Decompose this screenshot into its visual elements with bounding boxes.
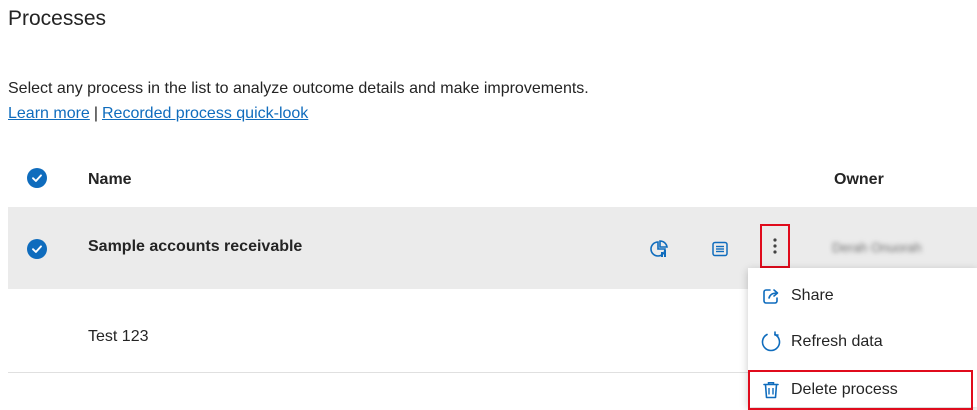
process-name[interactable]: Test 123 xyxy=(88,328,148,346)
menu-item-label: Delete process xyxy=(791,381,898,398)
learn-more-link[interactable]: Learn more xyxy=(8,105,90,122)
menu-item-label: Refresh data xyxy=(791,333,883,350)
owner-name: Derah Onuorah xyxy=(832,240,922,255)
column-header-owner[interactable]: Owner xyxy=(834,171,884,189)
checkmark-icon xyxy=(32,245,42,253)
menu-item-refresh[interactable]: Refresh data xyxy=(748,322,977,362)
delete-icon xyxy=(760,379,782,401)
checkmark-icon xyxy=(32,174,42,182)
help-links: Learn more | Recorded process quick-look xyxy=(8,105,308,123)
quick-look-link[interactable]: Recorded process quick-look xyxy=(102,105,308,122)
menu-item-delete[interactable]: Delete process xyxy=(748,370,973,410)
link-separator: | xyxy=(93,105,98,122)
page-description: Select any process in the list to analyz… xyxy=(8,80,589,97)
select-all-checkbox[interactable] xyxy=(27,168,47,188)
analytics-icon[interactable] xyxy=(649,239,669,259)
page-title: Processes xyxy=(8,7,107,30)
row-checkbox[interactable] xyxy=(27,239,47,259)
refresh-icon xyxy=(760,331,782,353)
details-list-icon[interactable] xyxy=(710,239,730,259)
column-header-name[interactable]: Name xyxy=(88,171,132,189)
more-options-button[interactable] xyxy=(760,224,790,268)
menu-item-share[interactable]: Share xyxy=(748,276,977,316)
process-name[interactable]: Sample accounts receivable xyxy=(88,238,302,256)
menu-item-label: Share xyxy=(791,287,834,304)
context-menu: Share Refresh data Delete process xyxy=(748,268,977,410)
table-header: Name Owner xyxy=(0,155,977,205)
more-vertical-icon xyxy=(773,238,777,254)
table-row[interactable]: Test 123 xyxy=(8,290,748,373)
share-icon xyxy=(760,285,782,307)
